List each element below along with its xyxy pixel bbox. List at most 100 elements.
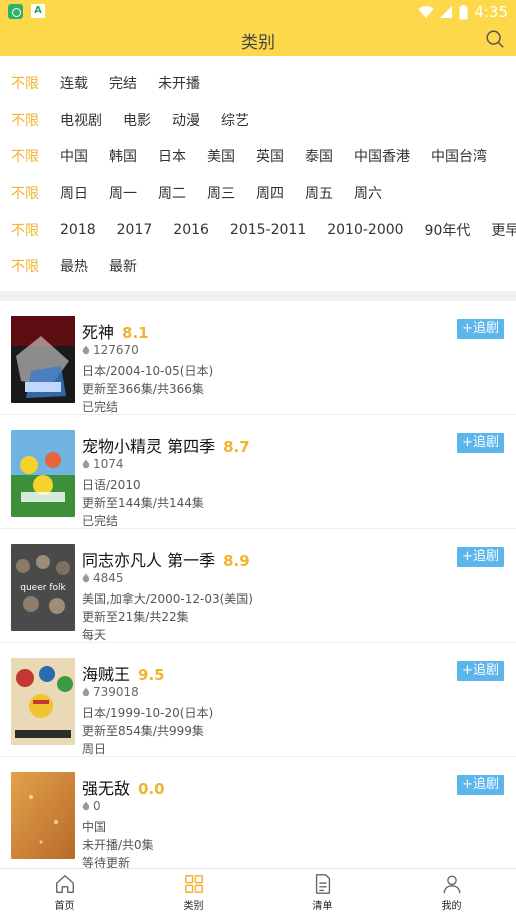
filter-option[interactable]: 2018 [60, 222, 96, 238]
filter-unlimited[interactable]: 不限 [11, 73, 39, 93]
show-origin: 中国 [82, 820, 107, 834]
show-episodes: 更新至366集/共366集 [82, 382, 204, 396]
show-title: 死神 [82, 323, 115, 342]
filter-row-type: 不限 电视剧 电影 动漫 综艺 [0, 102, 516, 139]
nav-me[interactable]: 我的 [387, 869, 516, 916]
filter-option[interactable]: 泰国 [305, 146, 333, 166]
show-status: 已完结 [82, 514, 119, 528]
filter-row-year: 不限 2018 2017 2016 2015-2011 2010-2000 90… [0, 211, 516, 248]
filter-option[interactable]: 中国台湾 [431, 146, 487, 166]
flame-icon [82, 801, 90, 811]
filter-row-weekday: 不限 周日 周一 周二 周三 周四 周五 周六 [0, 175, 516, 212]
follow-button[interactable]: +追剧 [457, 775, 504, 795]
filter-option[interactable]: 中国 [60, 146, 88, 166]
list-item[interactable]: 海贼王 9.5 739018 日本/1999-10-20(日本) 更新至854集… [0, 643, 516, 757]
show-title: 同志亦凡人 第一季 [82, 551, 216, 570]
show-episodes: 更新至854集/共999集 [82, 724, 204, 738]
nav-label: 类别 [183, 901, 204, 912]
filter-option[interactable]: 日本 [158, 146, 186, 166]
filter-row-status: 不限 连载 完结 未开播 [0, 65, 516, 102]
show-status: 已完结 [82, 400, 119, 414]
filter-option[interactable]: 美国 [207, 146, 235, 166]
show-list: 死神 8.1 127670 日本/2004-10-05(日本) 更新至366集/… [0, 301, 516, 871]
filter-unlimited[interactable]: 不限 [11, 183, 39, 203]
battery-icon [459, 4, 468, 19]
filter-option[interactable]: 周四 [256, 183, 284, 203]
follow-button[interactable]: +追剧 [457, 319, 504, 339]
follow-button[interactable]: +追剧 [457, 547, 504, 567]
filter-option[interactable]: 2016 [173, 222, 209, 238]
filter-option[interactable]: 更早 [491, 220, 516, 240]
filter-panel: 不限 连载 完结 未开播 不限 电视剧 电影 动漫 综艺 不限 中国 韩国 日本… [0, 65, 516, 285]
filter-option[interactable]: 综艺 [221, 110, 249, 130]
filter-unlimited[interactable]: 不限 [11, 146, 39, 166]
filter-option[interactable]: 英国 [256, 146, 284, 166]
list-item[interactable]: queer folk 同志亦凡人 第一季 8.9 4845 美国,加拿大/200… [0, 529, 516, 643]
filter-option[interactable]: 周二 [158, 183, 186, 203]
list-item[interactable]: 强无敌 0.0 0 中国 未开播/共0集 等待更新 +追剧 [0, 757, 516, 871]
nav-category[interactable]: 类别 [129, 869, 258, 916]
person-icon [443, 875, 460, 894]
filter-option[interactable]: 2010-2000 [327, 222, 403, 238]
show-status: 每天 [82, 628, 107, 642]
filter-option[interactable]: 周五 [305, 183, 333, 203]
nav-list[interactable]: 清单 [258, 869, 387, 916]
show-title: 宠物小精灵 第四季 [82, 437, 216, 456]
show-origin: 日语/2010 [82, 478, 141, 492]
filter-option[interactable]: 2015-2011 [230, 222, 306, 238]
filter-option[interactable]: 最新 [109, 256, 137, 276]
follow-button[interactable]: +追剧 [457, 661, 504, 681]
poster-image [11, 316, 75, 403]
show-origin: 日本/1999-10-20(日本) [82, 706, 214, 720]
filter-option[interactable]: 电影 [123, 110, 151, 130]
page-title: 类别 [241, 33, 275, 53]
filter-option[interactable]: 连载 [60, 73, 88, 93]
list-item[interactable]: 宠物小精灵 第四季 8.7 1074 日语/2010 更新至144集/共144集… [0, 415, 516, 529]
signal-icon [440, 6, 453, 18]
a-notification-icon: A [31, 4, 45, 18]
hot-count: 4845 [93, 571, 124, 585]
flame-icon [82, 345, 90, 355]
list-icon [315, 874, 330, 894]
app-bar: 类别 [0, 24, 516, 56]
popularity: 739018 [82, 685, 139, 699]
wifi-icon [418, 6, 434, 19]
poster-image [11, 658, 75, 745]
show-score: 0.0 [138, 780, 165, 798]
show-episodes: 未开播/共0集 [82, 838, 154, 852]
filter-option[interactable]: 周一 [109, 183, 137, 203]
show-origin: 美国,加拿大/2000-12-03(美国) [82, 592, 253, 606]
filter-option[interactable]: 周三 [207, 183, 235, 203]
filter-option[interactable]: 电视剧 [60, 110, 102, 130]
filter-option[interactable]: 2017 [117, 222, 153, 238]
show-episodes: 更新至21集/共22集 [82, 610, 189, 624]
popularity: 4845 [82, 571, 124, 585]
nav-label: 首页 [54, 901, 75, 912]
hot-count: 0 [93, 799, 101, 813]
filter-option[interactable]: 未开播 [158, 73, 200, 93]
flame-icon [82, 573, 90, 583]
status-bar: A 4:35 [0, 0, 516, 24]
list-item[interactable]: 死神 8.1 127670 日本/2004-10-05(日本) 更新至366集/… [0, 301, 516, 415]
filter-option[interactable]: 最热 [60, 256, 88, 276]
nav-label: 清单 [312, 901, 333, 912]
hot-count: 739018 [93, 685, 139, 699]
filter-unlimited[interactable]: 不限 [11, 110, 39, 130]
home-icon [55, 875, 74, 893]
filter-unlimited[interactable]: 不限 [11, 220, 39, 240]
filter-option[interactable]: 完结 [109, 73, 137, 93]
poster-text: queer folk [20, 583, 66, 593]
follow-button[interactable]: +追剧 [457, 433, 504, 453]
show-title: 强无敌 [82, 779, 131, 798]
filter-option[interactable]: 周日 [60, 183, 88, 203]
filter-option[interactable]: 中国香港 [354, 146, 410, 166]
show-score: 9.5 [138, 666, 165, 684]
nav-home[interactable]: 首页 [0, 869, 129, 916]
filter-unlimited[interactable]: 不限 [11, 256, 39, 276]
filter-option[interactable]: 韩国 [109, 146, 137, 166]
filter-option[interactable]: 90年代 [425, 220, 471, 240]
filter-option[interactable]: 周六 [354, 183, 382, 203]
filter-option[interactable]: 动漫 [172, 110, 200, 130]
search-icon[interactable] [484, 28, 506, 50]
poster-image: queer folk [11, 544, 75, 631]
